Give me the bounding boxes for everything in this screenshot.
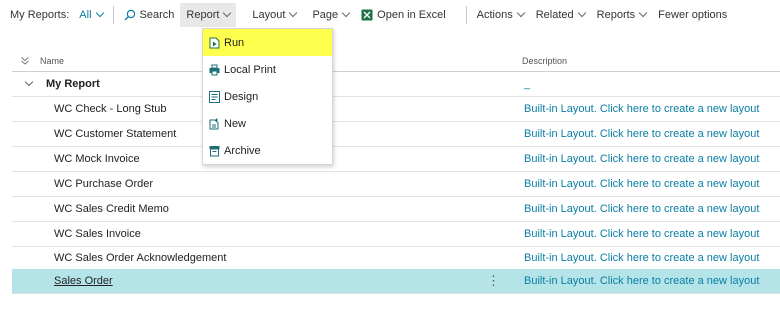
group-row[interactable]: My Report _ [12, 72, 780, 97]
table-row[interactable]: WC Customer Statement Built-in Layout. C… [12, 122, 780, 147]
menu-item-label: Archive [224, 144, 261, 157]
table-row[interactable]: WC Check - Long Stub Built-in Layout. Cl… [12, 97, 780, 122]
divider [112, 6, 114, 24]
menu-item-label: Run [224, 36, 245, 49]
layout-link[interactable]: Built-in Layout. Click here to create a … [512, 128, 780, 140]
search-icon [124, 9, 135, 21]
actions-menu-button[interactable]: Actions [471, 3, 530, 27]
table-header: Name Description [12, 50, 780, 72]
chevron-down-icon [223, 8, 232, 18]
group-name: My Report [46, 78, 100, 90]
menu-item-label: Local Print [224, 63, 276, 76]
divider [465, 6, 467, 24]
page-menu-button[interactable]: Page [306, 3, 355, 27]
layout-link[interactable]: Built-in Layout. Click here to create a … [512, 228, 780, 240]
menu-item-run[interactable]: Run [203, 29, 332, 56]
report-name[interactable]: WC Sales Order Acknowledgement [12, 252, 512, 264]
chevron-down-icon [95, 8, 104, 18]
new-icon [209, 118, 219, 129]
chevron-down-icon [516, 8, 525, 18]
layout-link[interactable]: Built-in Layout. Click here to create a … [512, 203, 780, 215]
filter-label: All [79, 9, 92, 21]
layout-menu-button[interactable]: Layout [246, 3, 302, 27]
related-menu-label: Related [535, 9, 574, 21]
report-name[interactable]: WC Sales Invoice [12, 228, 512, 240]
menu-item-design[interactable]: Design [203, 83, 332, 110]
run-icon [209, 37, 220, 48]
menu-item-label: New [224, 117, 247, 130]
page-title: My Reports: [10, 9, 70, 21]
reports-menu-button[interactable]: Reports [591, 3, 653, 27]
chevron-down-icon[interactable] [24, 77, 34, 87]
excel-icon [361, 9, 373, 21]
filter-dropdown[interactable]: All [73, 3, 108, 27]
layout-link[interactable]: Built-in Layout. Click here to create a … [512, 275, 780, 287]
page-menu-label: Page [312, 9, 339, 21]
select-all-icon[interactable] [20, 56, 30, 66]
open-in-excel-label: Open in Excel [377, 9, 446, 21]
group-description: _ [524, 78, 531, 90]
report-name[interactable]: WC Purchase Order [12, 178, 512, 190]
layout-link[interactable]: Built-in Layout. Click here to create a … [512, 252, 780, 264]
related-menu-button[interactable]: Related [530, 3, 591, 27]
layout-menu-label: Layout [252, 9, 286, 21]
open-in-excel-button[interactable]: Open in Excel [355, 3, 451, 27]
archive-icon [209, 145, 220, 156]
name-column-label: Name [40, 55, 65, 66]
row-actions-icon[interactable]: ⋮ [487, 274, 500, 287]
reports-menu-label: Reports [596, 9, 636, 21]
layout-link[interactable]: Built-in Layout. Click here to create a … [512, 178, 780, 190]
menu-item-new[interactable]: New [203, 110, 332, 137]
description-column-header[interactable]: Description [512, 56, 780, 66]
table-row-selected[interactable]: Sales Order ⋮ Built-in Layout. Click her… [12, 269, 780, 294]
search-label: Search [139, 9, 175, 21]
description-column-label: Description [522, 55, 568, 66]
table-row[interactable]: WC Sales Credit Memo Built-in Layout. Cl… [12, 197, 780, 222]
layout-link[interactable]: Built-in Layout. Click here to create a … [512, 103, 780, 115]
printer-icon [209, 64, 220, 75]
fewer-options-label: Fewer options [658, 9, 728, 21]
report-dropdown-menu: Run Local Print Design New Archive [202, 28, 333, 165]
actions-menu-label: Actions [476, 9, 513, 21]
chevron-down-icon [289, 8, 298, 18]
menu-item-label: Design [224, 90, 259, 103]
design-icon [209, 90, 220, 103]
table-row[interactable]: WC Sales Order Acknowledgement Built-in … [12, 246, 780, 271]
table-row[interactable]: WC Mock Invoice Built-in Layout. Click h… [12, 147, 780, 172]
search-button[interactable]: Search [118, 3, 181, 27]
report-name[interactable]: Sales Order [12, 275, 512, 287]
fewer-options-button[interactable]: Fewer options [652, 3, 733, 27]
menu-item-archive[interactable]: Archive [203, 137, 332, 164]
menu-item-local-print[interactable]: Local Print [203, 56, 332, 83]
action-bar: My Reports: All Search Report Layout Pag… [0, 0, 780, 30]
table-row[interactable]: WC Sales Invoice Built-in Layout. Click … [12, 222, 780, 247]
chevron-down-icon [341, 8, 351, 18]
table-row[interactable]: WC Purchase Order Built-in Layout. Click… [12, 172, 780, 197]
chevron-down-icon [638, 8, 648, 18]
report-menu-label: Report [186, 9, 220, 21]
report-name[interactable]: WC Sales Credit Memo [12, 203, 512, 215]
report-menu-button[interactable]: Report [180, 3, 237, 27]
layout-link[interactable]: Built-in Layout. Click here to create a … [512, 153, 780, 165]
chevron-down-icon [577, 8, 586, 18]
